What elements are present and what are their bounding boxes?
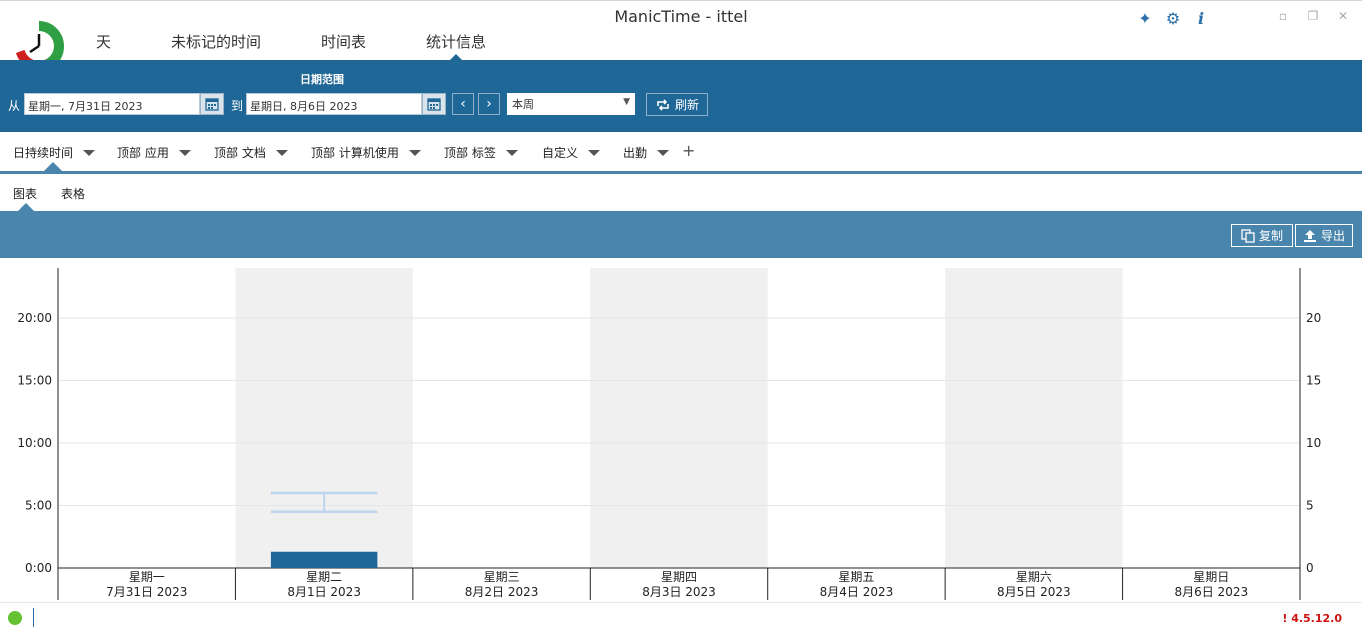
report-tab-top-tags[interactable]: 顶部 标签	[444, 144, 518, 161]
report-tab-label: 顶部 应用	[117, 146, 169, 160]
x-tick-date: 8月2日 2023	[465, 585, 539, 599]
x-tick-date: 8月4日 2023	[820, 585, 894, 599]
tab-chart[interactable]: 图表	[13, 185, 37, 202]
export-label: 导出	[1320, 229, 1345, 243]
dropdown-icon[interactable]	[178, 149, 191, 156]
refresh-label: 刷新	[674, 98, 699, 112]
dropdown-icon[interactable]	[657, 149, 670, 156]
active-report-marker	[44, 162, 62, 171]
active-view-marker	[18, 203, 34, 211]
status-bar: ! 4.5.12.0	[0, 602, 1362, 632]
minimize-icon[interactable]: ▫	[1268, 7, 1298, 25]
y-tick-label-left: 0:00	[25, 561, 52, 575]
copy-button[interactable]: 复制	[1231, 224, 1293, 247]
shaded-column	[590, 268, 768, 568]
tab-table[interactable]: 表格	[61, 185, 85, 202]
to-calendar-icon[interactable]	[422, 93, 446, 115]
x-tick-date: 8月1日 2023	[287, 585, 361, 599]
tab-untagged-time[interactable]: 未标记的时间	[171, 31, 261, 61]
x-tick-day: 星期三	[484, 570, 520, 584]
version-label: ! 4.5.12.0	[1282, 612, 1342, 625]
report-tab-label: 自定义	[542, 146, 579, 160]
report-tab-custom[interactable]: 自定义	[542, 144, 601, 161]
main-tabs: 天 未标记的时间 时间表 统计信息	[96, 31, 546, 61]
status-indicator[interactable]	[8, 611, 22, 625]
export-button[interactable]: 导出	[1295, 224, 1353, 247]
date-range-title: 日期范围	[300, 73, 344, 86]
close-icon[interactable]: ✕	[1328, 7, 1358, 25]
x-tick-day: 星期一	[129, 570, 165, 584]
report-tab-day-duration[interactable]: 日持续时间	[13, 144, 96, 161]
y-tick-label-left: 20:00	[17, 311, 52, 325]
dropdown-icon[interactable]	[83, 149, 96, 156]
next-period-icon[interactable]: ›	[478, 93, 500, 115]
y-tick-label-right: 20	[1306, 311, 1321, 325]
chart-canvas: 0:00 0 5:00 5 10:00 10 15:00 15 20:00 20 星期一7月31日 …	[17, 268, 1321, 600]
puzzle-icon[interactable]: ✦	[1134, 7, 1156, 29]
to-date-field[interactable]: 星期日, 8月6日 2023	[246, 93, 422, 115]
dropdown-icon[interactable]	[275, 149, 288, 156]
tab-day[interactable]: 天	[96, 31, 111, 61]
refresh-button[interactable]: 刷新	[646, 93, 708, 116]
refresh-icon	[657, 98, 669, 111]
report-tabs: 日持续时间 顶部 应用 顶部 文档 顶部 计算机使用 顶部 标签 自定义 出勤 …	[0, 132, 1362, 170]
report-tab-label: 顶部 文档	[214, 146, 266, 160]
period-preset-select[interactable]: 本周 ▼	[507, 93, 635, 115]
to-label: 到	[231, 99, 244, 113]
y-tick-label-right: 10	[1306, 436, 1321, 450]
y-tick-label-left: 15:00	[17, 374, 52, 388]
bar	[270, 551, 378, 568]
dropdown-icon[interactable]	[588, 149, 601, 156]
y-tick-label-left: 5:00	[25, 499, 52, 513]
add-report-button[interactable]: +	[682, 141, 695, 160]
y-tick-label-right: 5	[1306, 499, 1314, 513]
day-duration-chart: 0:00 0 5:00 5 10:00 10 15:00 15 20:00 20 星期一 7月31日 …	[0, 258, 1362, 602]
window-controls: ▫ ❐ ✕	[1268, 7, 1358, 25]
upload-icon	[1303, 229, 1316, 242]
shaded-column	[945, 268, 1123, 568]
report-tab-top-computer-usage[interactable]: 顶部 计算机使用	[311, 144, 421, 161]
dropdown-icon[interactable]	[408, 149, 421, 156]
x-tick-date: 8月3日 2023	[642, 585, 716, 599]
period-preset-value: 本周	[512, 98, 534, 111]
report-tab-top-apps[interactable]: 顶部 应用	[117, 144, 191, 161]
dropdown-icon[interactable]	[505, 149, 518, 156]
x-tick-day: 星期二	[306, 570, 342, 584]
info-icon[interactable]: i	[1190, 7, 1212, 29]
x-tick-date: 8月5日 2023	[997, 585, 1071, 599]
copy-icon	[1241, 228, 1255, 243]
restore-icon[interactable]: ❐	[1298, 7, 1328, 25]
copy-label: 复制	[1258, 229, 1283, 243]
y-tick-label-right: 0	[1306, 561, 1314, 575]
x-tick-date: 7月31日 2023	[106, 585, 187, 599]
date-range-bar: 日期范围 从 星期一, 7月31日 2023 到 星期日, 8月6日 2023 …	[0, 60, 1362, 132]
report-tab-label: 顶部 标签	[444, 146, 496, 160]
tab-timeline[interactable]: 时间表	[321, 31, 366, 61]
from-label: 从	[8, 99, 21, 113]
view-tabs: 图表 表格	[0, 174, 1362, 211]
gear-icon[interactable]: ⚙	[1162, 7, 1184, 29]
title-tools: ✦ ⚙ i	[1134, 7, 1212, 29]
report-tab-attendance[interactable]: 出勤	[623, 144, 670, 161]
x-tick-day: 星期四	[661, 570, 697, 584]
report-tab-label: 出勤	[623, 146, 648, 160]
status-divider	[33, 608, 34, 627]
x-tick-day: 星期日	[1193, 570, 1229, 584]
report-tab-label: 日持续时间	[13, 146, 74, 160]
from-calendar-icon[interactable]	[200, 93, 224, 115]
title-bar: ManicTime - ittel 天 未标记的时间 时间表 统计信息 ✦ ⚙ …	[0, 0, 1362, 72]
y-tick-label-left: 10:00	[17, 436, 52, 450]
chevron-down-icon: ▼	[623, 97, 630, 107]
x-tick-day: 星期五	[838, 570, 874, 584]
x-tick-day: 星期六	[1016, 570, 1052, 584]
prev-period-icon[interactable]: ‹	[452, 93, 474, 115]
tab-statistics[interactable]: 统计信息	[426, 31, 486, 61]
shaded-column	[235, 268, 413, 568]
chart-toolbar: 复制 导出	[0, 211, 1362, 258]
x-tick-date: 8月6日 2023	[1174, 585, 1248, 599]
report-tab-top-documents[interactable]: 顶部 文档	[214, 144, 288, 161]
report-tab-label: 顶部 计算机使用	[311, 146, 399, 160]
y-tick-label-right: 15	[1306, 374, 1321, 388]
from-date-field[interactable]: 星期一, 7月31日 2023	[24, 93, 200, 115]
